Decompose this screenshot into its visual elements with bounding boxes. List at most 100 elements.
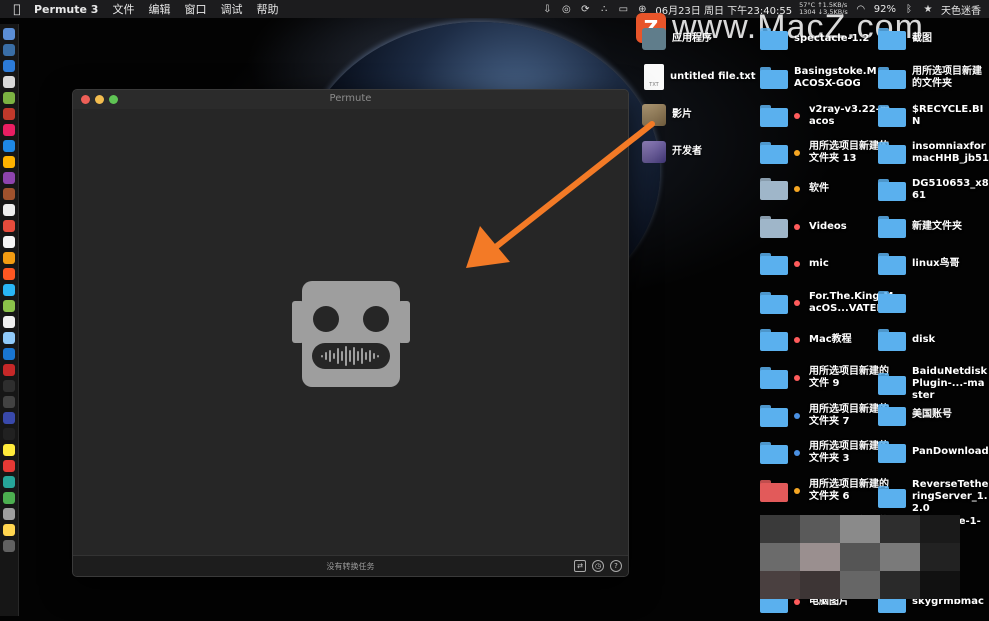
permute-window[interactable]: Permute 没有转换任务 ⇄ ◷ ? bbox=[72, 89, 629, 577]
desktop-folder[interactable]: 截图 bbox=[878, 28, 932, 50]
desktop-folder[interactable]: PanDownload bbox=[878, 441, 989, 463]
help-icon[interactable]: ? bbox=[610, 560, 622, 572]
history-icon[interactable]: ◷ bbox=[592, 560, 604, 572]
desktop-folder[interactable]: For.The.King.MacOS...VATED bbox=[760, 291, 895, 315]
apple-menu-icon[interactable]:  bbox=[0, 2, 34, 16]
color-tag bbox=[794, 375, 800, 381]
dock-app-icon[interactable] bbox=[3, 236, 15, 248]
dock-app-icon[interactable] bbox=[3, 204, 15, 216]
dock-app-icon[interactable] bbox=[3, 508, 15, 520]
dock-app-icon[interactable] bbox=[3, 412, 15, 424]
desktop-item-label: linux鸟哥 bbox=[912, 258, 960, 269]
dock-app-icon[interactable] bbox=[3, 476, 15, 488]
dock-app-icon[interactable] bbox=[3, 92, 15, 104]
desktop-folder[interactable]: 新建文件夹 bbox=[878, 216, 962, 238]
desktop-folder[interactable]: v2ray-v3.22-macos bbox=[760, 104, 895, 128]
desktop-folder[interactable]: 用所选项目新建的文件夹 3 bbox=[760, 441, 895, 465]
dock-app-icon[interactable] bbox=[3, 444, 15, 456]
desktop-folder[interactable]: disk bbox=[878, 329, 935, 351]
desktop-folder[interactable] bbox=[878, 291, 912, 313]
sync-icon[interactable]: ⟳ bbox=[579, 3, 591, 15]
dock-app-icon[interactable] bbox=[3, 124, 15, 136]
dock-app-icon[interactable] bbox=[3, 524, 15, 536]
desktop-folder[interactable]: $RECYCLE.BIN bbox=[878, 104, 989, 128]
folder-icon bbox=[878, 105, 906, 127]
menu-debug[interactable]: 调试 bbox=[220, 1, 242, 17]
menu-edit[interactable]: 编辑 bbox=[148, 1, 170, 17]
dock-app-icon[interactable] bbox=[3, 140, 15, 152]
desktop-item-applications[interactable]: 应用程序 bbox=[642, 28, 712, 50]
desktop-folder[interactable]: insomniaxformacHHB_jb51 bbox=[878, 141, 989, 165]
desktop-folder[interactable]: 用所选项目新建的文件夹 6 bbox=[760, 479, 895, 503]
qq-icon[interactable]: ◎ bbox=[560, 3, 572, 15]
dock bbox=[0, 24, 19, 616]
dock-app-icon[interactable] bbox=[3, 172, 15, 184]
drop-area[interactable] bbox=[73, 109, 628, 555]
desktop-folder[interactable]: 美国账号 bbox=[878, 404, 952, 426]
desktop-folder[interactable]: 软件 bbox=[760, 178, 829, 200]
color-tag bbox=[794, 224, 800, 230]
folder-icon bbox=[878, 329, 906, 351]
dock-app-icon[interactable] bbox=[3, 396, 15, 408]
folder-icon bbox=[878, 179, 906, 201]
dock-app-icon[interactable] bbox=[3, 220, 15, 232]
applications-folder-icon bbox=[642, 28, 666, 50]
desktop-folder[interactable]: 用所选项目新建的文件 9 bbox=[760, 366, 895, 390]
menu-window[interactable]: 窗口 bbox=[184, 1, 206, 17]
folder-icon bbox=[878, 67, 906, 89]
dock-app-icon[interactable] bbox=[3, 28, 15, 40]
desktop-folder[interactable]: Basingstoke.MACOSX-GOG bbox=[760, 66, 880, 90]
desktop-item-developer[interactable]: 开发者 bbox=[642, 141, 702, 163]
desktop-item-label: 开发者 bbox=[672, 146, 702, 157]
dock-app-icon[interactable] bbox=[3, 460, 15, 472]
desktop-item-label: ReverseTetheringServer_1.2.0 bbox=[912, 479, 989, 514]
folder-icon bbox=[878, 142, 906, 164]
download-icon[interactable]: ⇩ bbox=[541, 3, 553, 15]
dock-app-icon[interactable] bbox=[3, 332, 15, 344]
menu-help[interactable]: 帮助 bbox=[256, 1, 278, 17]
dock-app-icon[interactable] bbox=[3, 300, 15, 312]
dock-app-icon[interactable] bbox=[3, 284, 15, 296]
desktop-folder[interactable]: 用所选项目新建的文件夹 bbox=[878, 66, 989, 90]
dock-app-icon[interactable] bbox=[3, 252, 15, 264]
folder-icon bbox=[760, 28, 788, 50]
desktop-folder[interactable]: Videos bbox=[760, 216, 847, 238]
dock-app-icon[interactable] bbox=[3, 268, 15, 280]
dock-app-icon[interactable] bbox=[3, 316, 15, 328]
desktop-folder[interactable]: 用所选项目新建的文件夹 7 bbox=[760, 404, 895, 428]
user-name[interactable]: 天色迷香 bbox=[941, 2, 981, 17]
folder-icon bbox=[760, 253, 788, 275]
desktop-item-label: 截图 bbox=[912, 33, 932, 44]
desktop-folder[interactable]: DG510653_x861 bbox=[878, 178, 989, 202]
dock-app-icon[interactable] bbox=[3, 348, 15, 360]
dock-app-icon[interactable] bbox=[3, 44, 15, 56]
desktop-folder[interactable]: spectacle-1.2 bbox=[760, 28, 869, 50]
desktop-item-movies[interactable]: 影片 bbox=[642, 104, 692, 126]
desktop-folder[interactable]: BaiduNetdiskPlugin-...-master bbox=[878, 366, 989, 402]
dock-app-icon[interactable] bbox=[3, 76, 15, 88]
window-titlebar[interactable]: Permute bbox=[73, 90, 628, 109]
dock-app-icon[interactable] bbox=[3, 364, 15, 376]
folder-icon bbox=[878, 216, 906, 238]
desktop-folder[interactable]: ReverseTetheringServer_1.2.0 bbox=[878, 479, 989, 515]
app-menu[interactable]: Permute 3 bbox=[34, 3, 98, 16]
developer-folder-icon bbox=[642, 141, 666, 163]
dock-app-icon[interactable] bbox=[3, 380, 15, 392]
desktop-folder[interactable]: mic bbox=[760, 253, 829, 275]
convert-icon[interactable]: ⇄ bbox=[574, 560, 586, 572]
dock-app-icon[interactable] bbox=[3, 492, 15, 504]
dock-app-icon[interactable] bbox=[3, 108, 15, 120]
dock-app-icon[interactable] bbox=[3, 428, 15, 440]
screen-icon[interactable]: ▭ bbox=[617, 3, 629, 15]
dock-app-icon[interactable] bbox=[3, 156, 15, 168]
dock-app-icon[interactable] bbox=[3, 60, 15, 72]
desktop-folder[interactable]: Mac教程 bbox=[760, 329, 852, 351]
desktop-folder[interactable]: 用所选项目新建的文件夹 13 bbox=[760, 141, 895, 165]
desktop-folder[interactable]: linux鸟哥 bbox=[878, 253, 960, 275]
dock-app-icon[interactable] bbox=[3, 188, 15, 200]
dock-app-icon[interactable] bbox=[3, 540, 15, 552]
menu-file[interactable]: 文件 bbox=[112, 1, 134, 17]
folder-icon bbox=[760, 442, 788, 464]
dots-icon[interactable]: ∴ bbox=[598, 3, 610, 15]
desktop-item-txt-file[interactable]: TXT untitled file.txt bbox=[644, 64, 756, 90]
